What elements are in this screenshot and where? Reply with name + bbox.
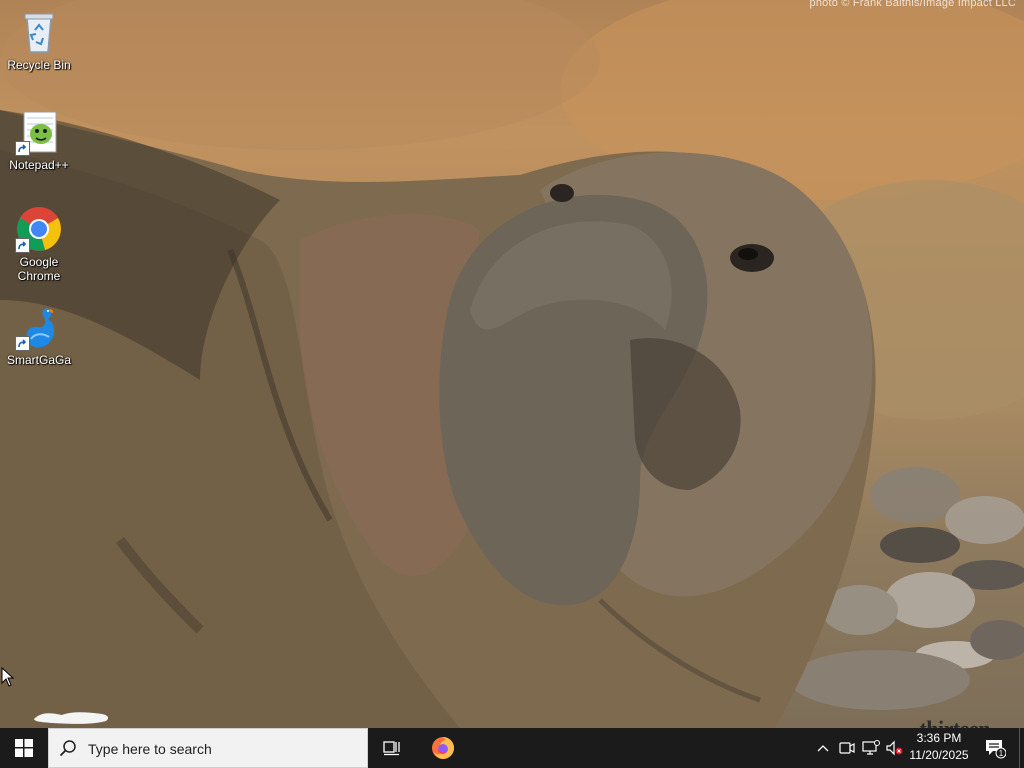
chrome-icon — [15, 205, 63, 253]
search-placeholder: Type here to search — [88, 741, 212, 757]
recycle-bin-icon — [15, 8, 63, 56]
meet-now-icon — [839, 742, 855, 754]
show-desktop-button[interactable] — [1019, 728, 1024, 768]
network-icon — [862, 740, 880, 755]
desktop-icon-label: Notepad++ — [9, 158, 69, 172]
desktop-icon-label: Google Chrome — [17, 255, 61, 283]
clock-date: 11/20/2025 — [909, 748, 969, 762]
shortcut-arrow-icon — [15, 238, 30, 253]
task-view-icon — [383, 741, 400, 756]
desktop-icon-recycle-bin[interactable]: Recycle Bin — [1, 8, 77, 72]
show-hidden-icons-button[interactable] — [815, 728, 831, 768]
desktop-icon-google-chrome[interactable]: Google Chrome — [1, 205, 77, 283]
desktop-icon-label: SmartGaGa — [6, 353, 72, 367]
notification-count: 1 — [999, 749, 1004, 758]
network-button[interactable] — [861, 728, 881, 768]
smartgaga-icon — [15, 303, 63, 351]
taskbar-search-box[interactable]: Type here to search — [48, 728, 368, 768]
windows-logo-icon — [15, 739, 33, 757]
elephant-seal-photo — [0, 0, 1024, 728]
desktop-wallpaper: photo © Frank Balthis/Image Impact LLC — [0, 0, 1024, 728]
taskbar-clock[interactable]: 3:36 PM 11/20/2025 — [902, 730, 976, 766]
notification-icon: 1 — [986, 740, 1006, 759]
notepad-plus-plus-icon — [15, 108, 63, 156]
photo-credit: photo © Frank Balthis/Image Impact LLC — [809, 0, 1016, 9]
desktop-icon-label: Recycle Bin — [7, 58, 71, 72]
chevron-up-icon — [817, 745, 829, 752]
redaction-scribble — [34, 712, 109, 724]
task-view-button[interactable] — [378, 728, 406, 768]
volume-button[interactable] — [884, 728, 904, 768]
shortcut-arrow-icon — [15, 336, 30, 351]
desktop-icon-notepad-plus-plus[interactable]: Notepad++ — [1, 108, 77, 172]
start-button[interactable] — [0, 728, 48, 768]
meet-now-button[interactable] — [838, 728, 856, 768]
shortcut-arrow-icon — [15, 141, 30, 156]
search-icon — [59, 740, 76, 757]
firefox-icon — [432, 737, 454, 759]
mouse-cursor-icon — [1, 667, 15, 687]
clock-time: 3:36 PM — [916, 731, 962, 745]
action-center-button[interactable]: 1 — [980, 728, 1010, 768]
taskbar: Type here to search 3:36 PM 11/20/2025 1 — [0, 728, 1024, 768]
desktop-icon-smartgaga[interactable]: SmartGaGa — [1, 303, 77, 367]
volume-muted-icon — [886, 740, 903, 756]
firefox-taskbar-button[interactable] — [428, 728, 458, 768]
